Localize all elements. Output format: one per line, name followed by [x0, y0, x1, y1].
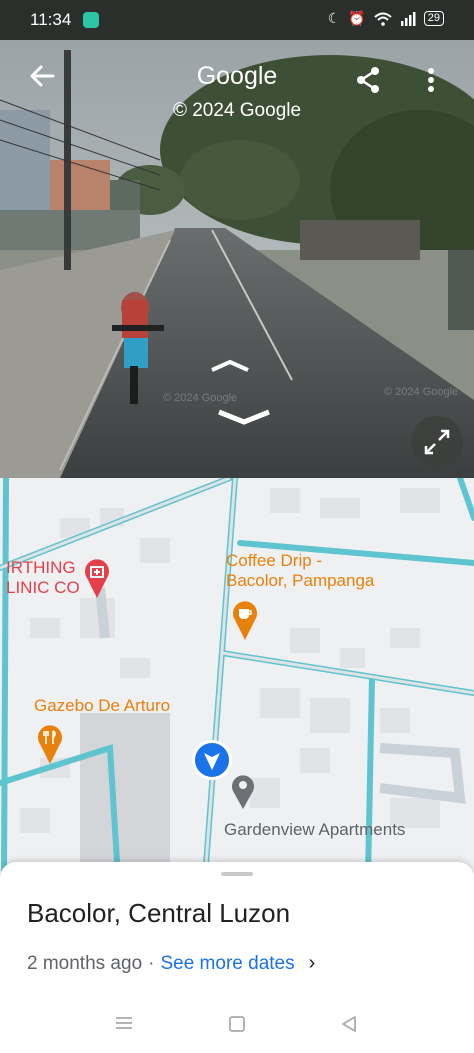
nav-arrow-down-icon[interactable]	[216, 406, 272, 428]
street-watermark-2: © 2024 Google	[384, 386, 459, 398]
poi-coffee-line2: Bacolor, Pampanga	[226, 571, 375, 590]
cafe-icon	[233, 601, 257, 640]
share-icon	[357, 67, 379, 93]
street-view-title: Google	[196, 62, 278, 90]
moon-icon: ☾	[327, 10, 341, 26]
map-view[interactable]: IRTHING LINIC CO Coffee Drip - Bacolor, …	[0, 478, 474, 878]
street-watermark-1: © 2024 Google	[163, 392, 238, 404]
poi-gazebo[interactable]: Gazebo De Arturo	[34, 696, 170, 716]
chevron-right-icon[interactable]: ›	[309, 952, 316, 975]
place-name: Bacolor, Central Luzon	[27, 898, 291, 928]
poi-hospital-line1: IRTHING	[6, 558, 76, 577]
place-pin-icon	[232, 775, 254, 809]
status-icons: ☾ ⏰ 29	[328, 10, 444, 27]
menu-lines-icon[interactable]	[114, 1015, 134, 1031]
poi-coffee-line1: Coffee Drip -	[226, 551, 323, 570]
nav-arrow-up-icon[interactable]	[210, 358, 250, 374]
status-bar: 11:34 ☾ ⏰ 29	[0, 0, 474, 40]
more-vert-icon	[428, 68, 434, 92]
battery-icon: 29	[423, 11, 444, 26]
wifi-icon	[374, 12, 392, 26]
status-time: 11:34	[30, 10, 72, 29]
share-button[interactable]	[350, 62, 386, 98]
poi-hospital[interactable]: IRTHING LINIC CO	[6, 558, 80, 598]
restaurant-icon	[38, 725, 62, 764]
separator-dot: ·	[148, 952, 155, 974]
current-location-marker[interactable]	[192, 740, 232, 780]
street-view-copyright: © 2024 Google	[172, 100, 302, 121]
map-roads	[0, 478, 474, 878]
see-more-dates-link[interactable]: See more dates	[160, 953, 294, 975]
expand-button[interactable]	[411, 416, 463, 468]
direction-arrow-icon	[204, 753, 220, 770]
back-triangle-icon[interactable]	[340, 1015, 358, 1033]
poi-hospital-line2: LINIC CO	[6, 578, 80, 597]
poi-coffee[interactable]: Coffee Drip - Bacolor, Pampanga	[226, 551, 374, 591]
signal-icon	[400, 11, 416, 26]
message-app-icon	[83, 12, 99, 28]
poi-gardenview[interactable]: Gardenview Apartments	[224, 820, 405, 840]
system-nav-bar	[0, 995, 474, 1053]
more-options-button[interactable]	[418, 62, 444, 98]
hospital-icon	[85, 559, 109, 598]
capture-date: 2 months ago	[27, 952, 143, 974]
expand-icon	[424, 429, 450, 455]
alarm-icon: ⏰	[348, 10, 366, 26]
home-square-icon[interactable]	[228, 1015, 246, 1033]
sheet-drag-handle[interactable]	[221, 872, 253, 876]
capture-date-row: 2 months ago · See more dates ›	[27, 952, 315, 975]
